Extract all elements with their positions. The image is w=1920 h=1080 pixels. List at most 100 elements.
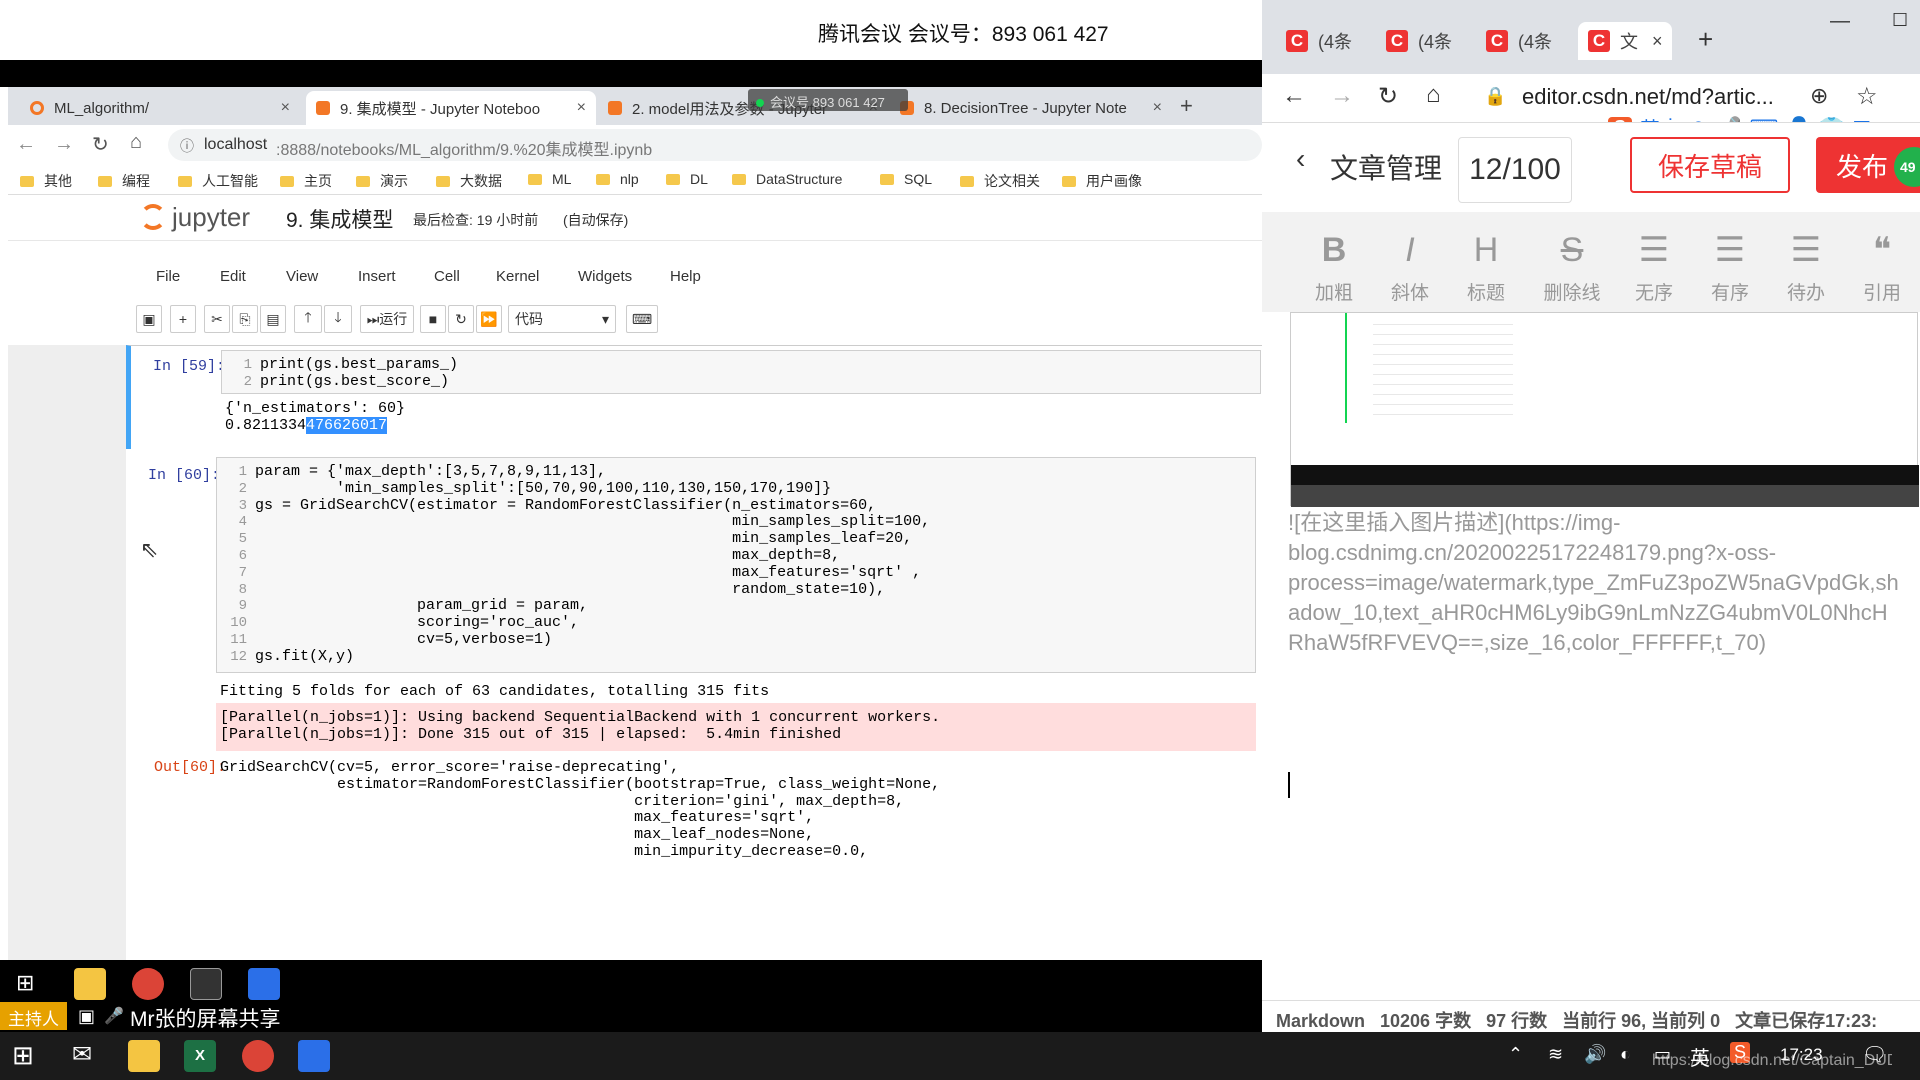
back-icon[interactable]: ← — [1282, 82, 1306, 110]
tray-up-arrow-icon[interactable]: ⌃ — [1508, 1044, 1523, 1065]
close-icon[interactable]: × — [577, 99, 586, 117]
forward-icon[interactable]: → — [1330, 82, 1354, 110]
jupyter-logo-text[interactable]: jupyter — [172, 202, 250, 233]
result-line: max_leaf_nodes=None, — [220, 826, 815, 844]
code-line: param = {'max_depth':[3,5,7,8,9,11,13], — [255, 463, 607, 480]
bookmark-folder[interactable]: DL — [666, 171, 708, 187]
result-line: max_features='sqrt', — [220, 809, 815, 827]
bookmark-folder[interactable]: 大数据 — [436, 171, 502, 191]
tab-csdn-1[interactable]: C (4条 — [1286, 22, 1352, 60]
menu-help[interactable]: Help — [670, 268, 701, 285]
bookmark-folder[interactable]: 编程 — [98, 171, 150, 191]
stop-icon[interactable]: ■ — [420, 305, 446, 333]
bookmark-folder[interactable]: 其他 — [20, 171, 72, 191]
tray-app-icon[interactable]: ◐ — [1620, 1044, 1631, 1065]
tencent-meeting-icon[interactable] — [298, 1040, 330, 1072]
csdn-icon: C — [1386, 30, 1408, 52]
meeting-id-label: 会议号 893 061 427 — [770, 95, 885, 110]
paste-icon[interactable]: ▤ — [260, 305, 286, 333]
menu-widgets[interactable]: Widgets — [578, 268, 632, 285]
forward-icon[interactable]: → — [54, 133, 74, 156]
close-icon[interactable]: × — [281, 99, 290, 117]
cell-59[interactable]: In [59]: 1 2 print(gs.best_params_) prin… — [126, 345, 1262, 449]
notebook-title[interactable]: 9. 集成模型 — [286, 204, 393, 234]
fast-forward-icon[interactable]: ⏩ — [476, 305, 502, 333]
ordered-list-button[interactable]: ☰ 有序 — [1700, 230, 1760, 305]
code-input[interactable]: 1 2 print(gs.best_params_) print(gs.best… — [221, 350, 1261, 394]
volume-icon[interactable]: 🔊 — [1584, 1044, 1606, 1065]
save-icon[interactable]: ▣ — [136, 305, 162, 333]
markdown-editor[interactable]: ![在这里插入图片描述](https://img- blog.csdnimg.c… — [1262, 312, 1920, 1000]
home-icon[interactable]: ⌂ — [1426, 81, 1441, 109]
url-input[interactable]: ⓘ localhost :8888/notebooks/ML_algorithm… — [168, 129, 1262, 161]
menu-edit[interactable]: Edit — [220, 268, 246, 285]
home-icon[interactable]: ⌂ — [130, 131, 142, 154]
excel-icon[interactable]: X — [184, 1040, 216, 1072]
line-number: 1 — [243, 357, 252, 373]
bookmark-folder[interactable]: SQL — [880, 171, 932, 187]
new-tab-button[interactable]: + — [1180, 93, 1193, 119]
strikethrough-button[interactable]: S 删除线 — [1536, 230, 1608, 305]
quote-button[interactable]: ❝ 引用 — [1852, 230, 1912, 305]
cell-60[interactable]: In [60]: 1 param = {'max_depth':[3,5,7,8,… — [126, 457, 1262, 960]
menu-view[interactable]: View — [286, 268, 318, 285]
close-icon[interactable]: × — [1652, 31, 1663, 52]
bookmark-folder[interactable]: 演示 — [356, 171, 408, 191]
bookmark-folder[interactable]: 主页 — [280, 171, 332, 191]
back-chevron-icon[interactable]: ‹ — [1296, 143, 1305, 175]
menu-file[interactable]: File — [156, 268, 180, 285]
save-draft-button[interactable]: 保存草稿 — [1630, 137, 1790, 193]
editor-statusbar: Markdown 10206 字数 97 行数 当前行 96, 当前列 0 文章… — [1262, 1000, 1920, 1032]
menu-cell[interactable]: Cell — [434, 268, 460, 285]
code-line: random_state=10), — [255, 580, 886, 598]
wifi-icon[interactable]: ≋ — [1548, 1044, 1563, 1065]
add-cell-icon[interactable]: + — [170, 305, 196, 333]
reload-icon[interactable]: ↻ — [1378, 82, 1398, 111]
back-icon[interactable]: ← — [16, 133, 36, 156]
reload-icon[interactable]: ↻ — [92, 132, 109, 157]
windows-start-icon[interactable]: ⊞ — [12, 1040, 34, 1071]
code-line: print(gs.best_score_) — [260, 373, 450, 390]
maximize-icon[interactable]: ☐ — [1892, 10, 1908, 31]
quote-icon: ❝ — [1872, 231, 1892, 269]
mail-icon[interactable]: ✉ — [72, 1040, 92, 1069]
cell-type-select[interactable]: 代码 ▾ — [508, 305, 616, 333]
bookmark-folder[interactable]: ML — [528, 171, 571, 187]
url-input[interactable]: editor.csdn.net/md?artic... — [1522, 84, 1774, 110]
move-down-icon[interactable]: 🡓 — [324, 305, 352, 333]
star-icon[interactable]: ☆ — [1856, 82, 1878, 111]
copy-icon[interactable]: ⎘ — [232, 305, 258, 333]
todo-button[interactable]: ☰ 待办 — [1776, 230, 1836, 305]
code-input[interactable]: 1 param = {'max_depth':[3,5,7,8,9,11,13],… — [216, 457, 1256, 673]
chrome-icon[interactable] — [242, 1040, 274, 1072]
heading-button[interactable]: H 标题 — [1456, 230, 1516, 305]
italic-button[interactable]: I 斜体 — [1380, 230, 1440, 305]
article-manage-link[interactable]: 文章管理 — [1330, 147, 1442, 187]
run-button[interactable]: ⏭ 运行 — [360, 305, 414, 333]
unordered-list-button[interactable]: ☰ 无序 — [1624, 230, 1684, 305]
format-label: 标题 — [1466, 283, 1505, 304]
menu-kernel[interactable]: Kernel — [496, 268, 539, 285]
tab-csdn-2[interactable]: C (4条 — [1386, 22, 1452, 60]
bookmark-folder[interactable]: nlp — [596, 171, 639, 187]
tab-csdn-active[interactable]: C 文 × — [1578, 22, 1672, 60]
bookmark-folder[interactable]: 论文相关 — [960, 171, 1040, 191]
bold-button[interactable]: B 加粗 — [1304, 230, 1364, 305]
minimize-icon[interactable]: — — [1830, 10, 1850, 33]
keyboard-icon[interactable]: ⌨ — [626, 305, 658, 333]
bookmark-folder[interactable]: 用户画像 — [1062, 171, 1142, 191]
close-icon[interactable]: × — [1153, 99, 1162, 117]
new-tab-button[interactable]: + — [1698, 24, 1713, 55]
tab-ensemble-notebook[interactable]: 9. 集成模型 - Jupyter Noteboo × — [306, 91, 596, 125]
bookmark-folder[interactable]: 人工智能 — [178, 171, 258, 191]
tab-decision-tree[interactable]: 8. DecisionTree - Jupyter Note × — [890, 91, 1172, 125]
restart-icon[interactable]: ↻ — [448, 305, 474, 333]
cut-icon[interactable]: ✂ — [204, 305, 230, 333]
tab-ml-algorithm[interactable]: ML_algorithm/ × — [20, 91, 300, 125]
tab-csdn-3[interactable]: C (4条 — [1486, 22, 1552, 60]
bookmark-folder[interactable]: DataStructure — [732, 171, 842, 187]
file-explorer-icon[interactable] — [128, 1040, 160, 1072]
move-up-icon[interactable]: 🡑 — [294, 305, 322, 333]
zoom-icon[interactable]: ⊕ — [1810, 83, 1828, 109]
menu-insert[interactable]: Insert — [358, 268, 396, 285]
